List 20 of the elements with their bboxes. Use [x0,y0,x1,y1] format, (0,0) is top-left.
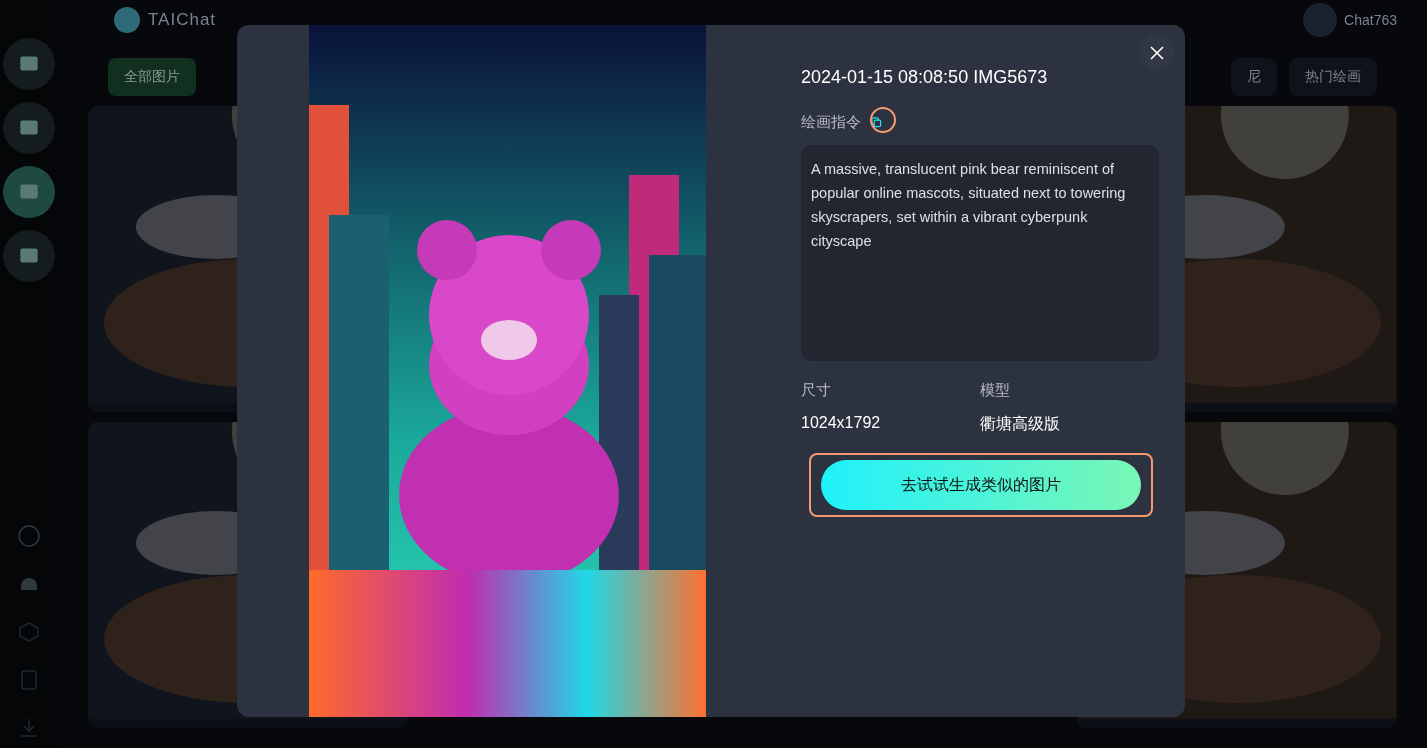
user-name[interactable]: Chat763 [1344,12,1397,28]
size-value: 1024x1792 [801,414,882,432]
category-tab[interactable]: 全部图片 [108,58,196,96]
prompt-label: 绘画指令 [801,112,861,132]
model-value: 衢塘高级版 [980,414,1061,434]
sidebar-item[interactable] [3,38,55,90]
sidebar-item[interactable] [3,166,55,218]
sidebar-item[interactable] [3,102,55,154]
model-label: 模型 [980,381,1011,400]
prompt-text: A massive, translucent pink bear reminiscent of popular online mascots, situated next to towering skyscrapers, set within a vibrant cyberpunk cityscape [801,145,1159,361]
size-label: 尺寸 [801,381,832,400]
sidebar-item[interactable] [3,230,55,282]
generate-similar-button[interactable]: 去试试生成类似的图片 [821,460,1141,510]
logo-icon [112,5,142,35]
category-tab[interactable]: 热门绘画 [1289,58,1377,96]
image-title: 2024-01-15 08:08:50 IMG5673 [801,67,1049,88]
category-tab[interactable]: 尼 [1231,58,1277,96]
logo-text: TAIChat [148,10,217,30]
copy-icon[interactable] [871,116,882,128]
close-icon[interactable] [1139,35,1175,71]
